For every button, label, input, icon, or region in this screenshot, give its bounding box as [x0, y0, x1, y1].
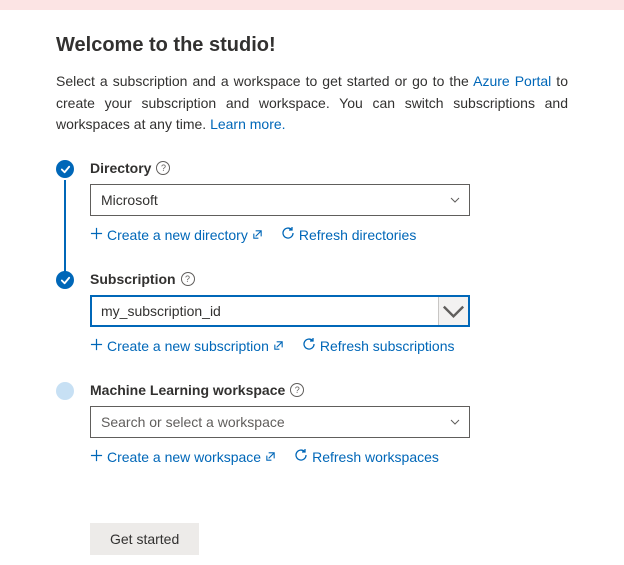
help-icon[interactable]: ?: [290, 383, 304, 397]
refresh-icon: [281, 226, 295, 243]
refresh-workspaces-link[interactable]: Refresh workspaces: [294, 448, 439, 465]
connector-1: [64, 180, 66, 273]
chevron-down-icon: [449, 416, 461, 428]
workspace-search-input[interactable]: [101, 414, 449, 430]
directory-label-row: Directory ?: [90, 160, 568, 176]
workspace-label: Machine Learning workspace: [90, 382, 285, 398]
refresh-workspaces-text: Refresh workspaces: [312, 449, 439, 465]
workspace-label-row: Machine Learning workspace ?: [90, 382, 568, 398]
help-icon[interactable]: ?: [156, 161, 170, 175]
step-workspace: Machine Learning workspace ? Create a ne…: [90, 382, 568, 493]
step-subscription-status-icon: [56, 271, 74, 289]
external-link-icon: [265, 449, 276, 465]
create-directory-text: Create a new directory: [107, 227, 248, 243]
directory-label: Directory: [90, 160, 151, 176]
create-workspace-link[interactable]: Create a new workspace: [90, 449, 276, 465]
step-directory: Directory ? Microsoft Create a new direc…: [90, 160, 568, 271]
step-directory-status-icon: [56, 160, 74, 178]
get-started-button[interactable]: Get started: [90, 523, 199, 555]
external-link-icon: [273, 338, 284, 354]
create-subscription-link[interactable]: Create a new subscription: [90, 338, 284, 354]
subscription-dropdown[interactable]: my_subscription_id: [90, 295, 470, 327]
directory-actions: Create a new directory Refresh directori…: [90, 226, 568, 243]
chevron-down-icon: [438, 297, 468, 325]
refresh-directories-link[interactable]: Refresh directories: [281, 226, 417, 243]
learn-more-link[interactable]: Learn more.: [210, 116, 285, 132]
refresh-subscriptions-link[interactable]: Refresh subscriptions: [302, 337, 455, 354]
plus-icon: [90, 449, 103, 465]
steps-container: Directory ? Microsoft Create a new direc…: [56, 160, 568, 493]
plus-icon: [90, 227, 103, 243]
directory-dropdown[interactable]: Microsoft: [90, 184, 470, 216]
create-workspace-text: Create a new workspace: [107, 449, 261, 465]
create-subscription-text: Create a new subscription: [107, 338, 269, 354]
refresh-icon: [294, 448, 308, 465]
step-subscription: Subscription ? my_subscription_id Create…: [90, 271, 568, 382]
workspace-actions: Create a new workspace Refresh workspace…: [90, 448, 568, 465]
azure-portal-link[interactable]: Azure Portal: [473, 73, 551, 89]
subscription-label-row: Subscription ?: [90, 271, 568, 287]
help-icon[interactable]: ?: [181, 272, 195, 286]
workspace-dropdown[interactable]: [90, 406, 470, 438]
subscription-actions: Create a new subscription Refresh subscr…: [90, 337, 568, 354]
create-directory-link[interactable]: Create a new directory: [90, 227, 263, 243]
directory-value: Microsoft: [101, 192, 158, 208]
top-accent-bar: [0, 0, 624, 10]
subscription-value: my_subscription_id: [101, 303, 221, 319]
intro-text: Select a subscription and a workspace to…: [56, 71, 568, 136]
step-workspace-status-icon: [56, 382, 74, 400]
refresh-icon: [302, 337, 316, 354]
page-title: Welcome to the studio!: [56, 34, 568, 57]
external-link-icon: [252, 227, 263, 243]
subscription-label: Subscription: [90, 271, 176, 287]
main-content: Welcome to the studio! Select a subscrip…: [0, 10, 624, 555]
refresh-subscriptions-text: Refresh subscriptions: [320, 338, 455, 354]
intro-part1: Select a subscription and a workspace to…: [56, 73, 473, 89]
chevron-down-icon: [449, 194, 461, 206]
refresh-directories-text: Refresh directories: [299, 227, 417, 243]
plus-icon: [90, 338, 103, 354]
